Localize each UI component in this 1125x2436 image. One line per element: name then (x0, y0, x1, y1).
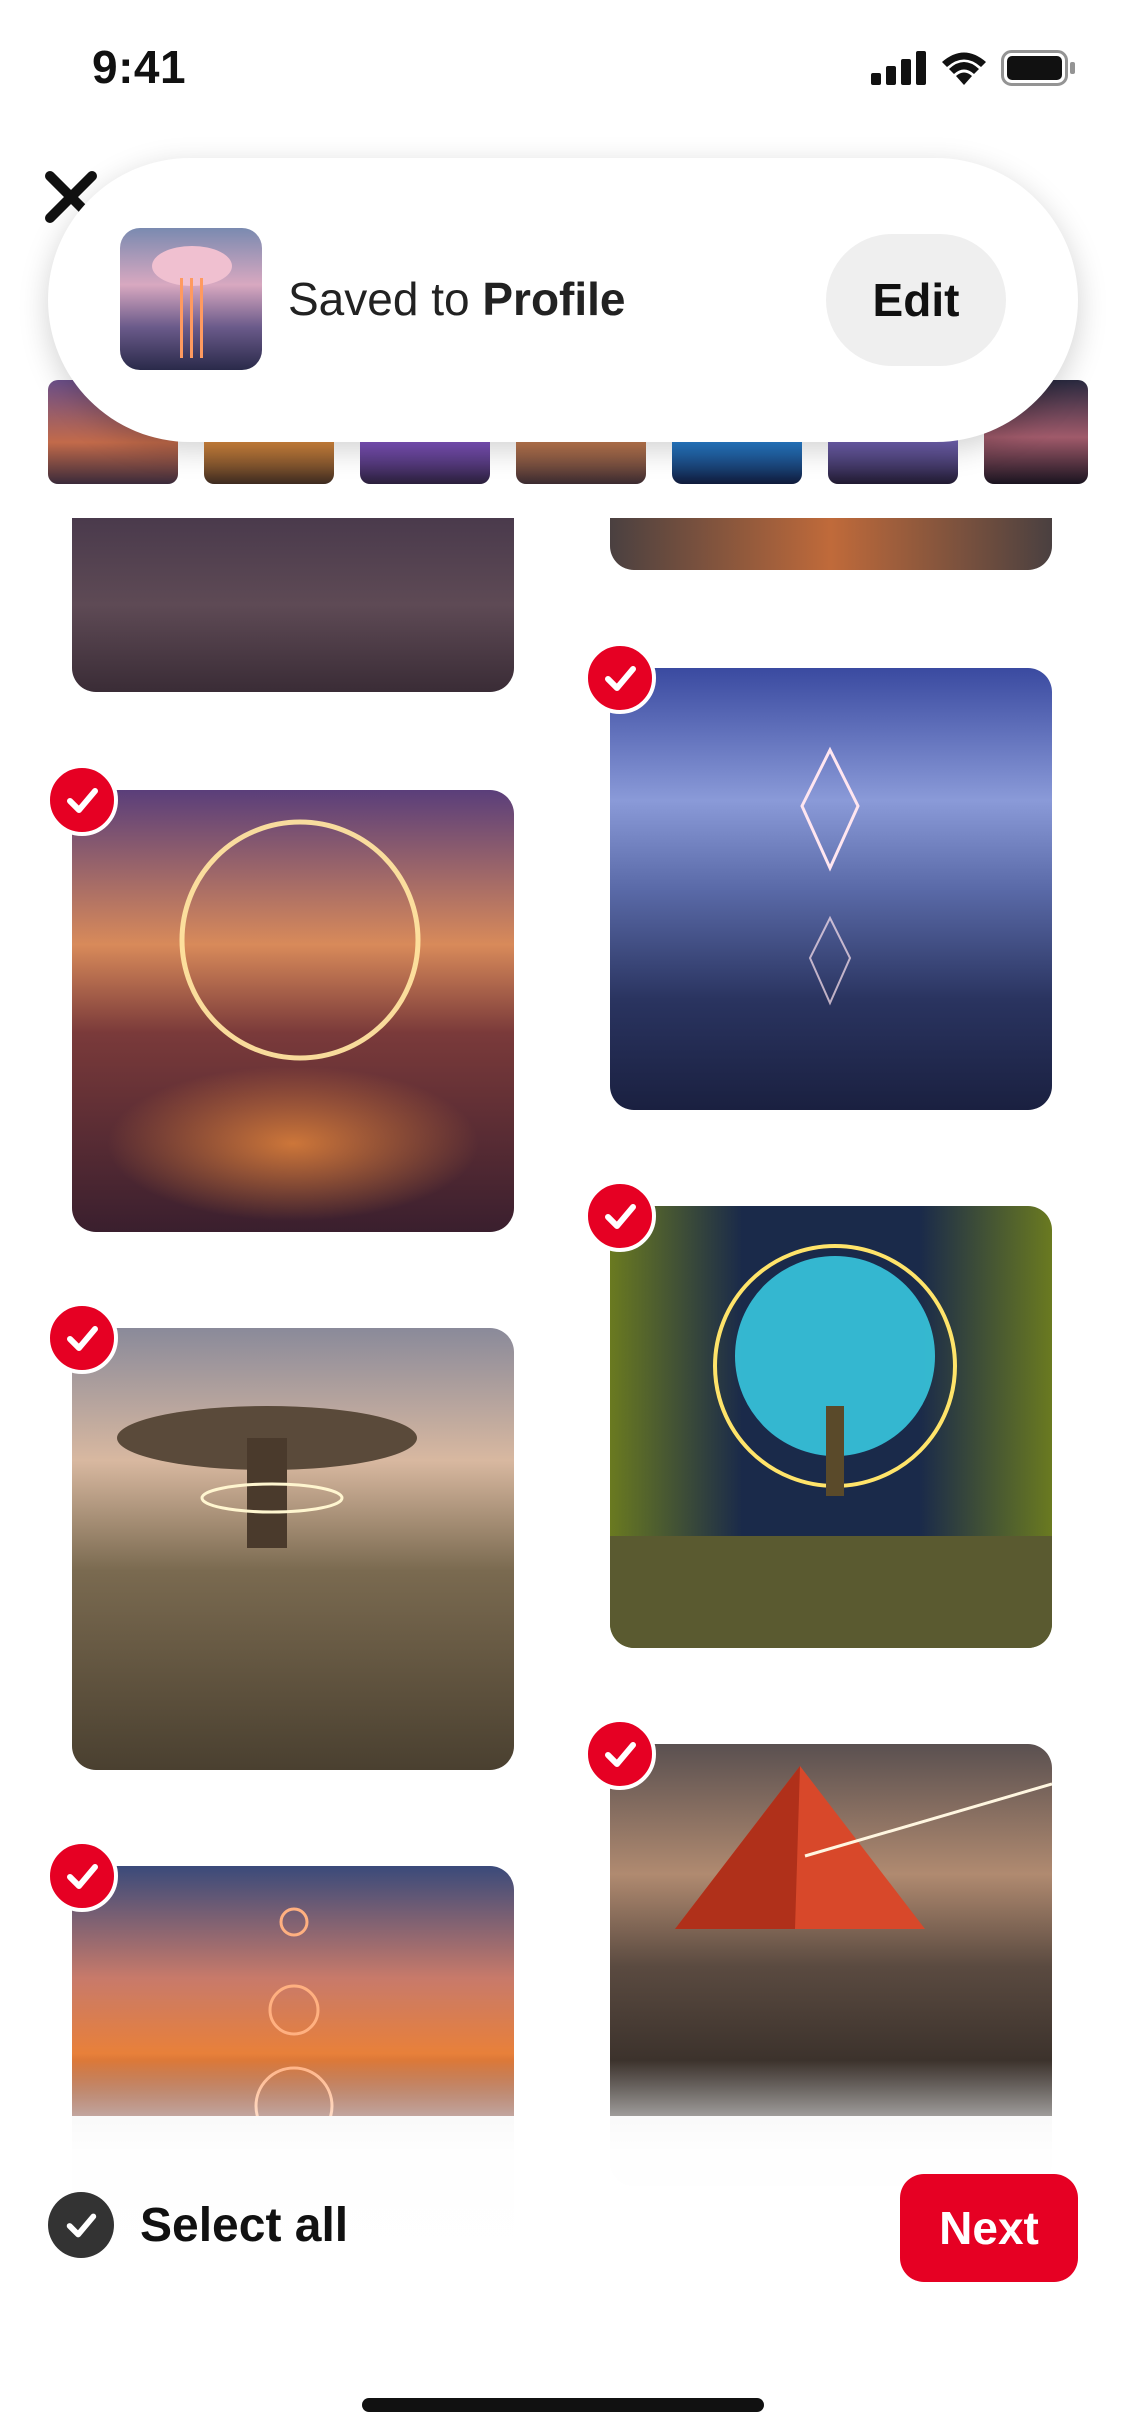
selected-check-badge[interactable] (46, 1302, 118, 1374)
toast-prefix: Saved to (288, 273, 483, 325)
status-icons (871, 50, 1077, 86)
selected-check-badge[interactable] (584, 1180, 656, 1252)
checkmark-icon (67, 788, 98, 813)
checkmark-icon (67, 1326, 98, 1351)
glowing-ring-graphic (179, 819, 421, 1061)
mushroom-tree-graphic (117, 1406, 417, 1548)
battery-icon (1001, 50, 1075, 86)
pin-image-crystal-lake[interactable] (610, 668, 1052, 1110)
selected-check-badge[interactable] (584, 1718, 656, 1790)
selected-check-badge[interactable] (46, 764, 118, 836)
pin-image-glowing-ring-sea[interactable] (72, 790, 514, 1232)
wifi-icon (942, 52, 986, 85)
checkmark-icon (605, 666, 636, 691)
blue-tree-graphic (610, 1244, 1052, 1648)
select-all-label: Select all (140, 2198, 349, 2252)
home-indicator[interactable] (362, 2398, 764, 2412)
signal-icon (871, 51, 926, 85)
selected-check-badge[interactable] (46, 1840, 118, 1912)
checkmark-icon (605, 1742, 636, 1767)
pin-image-blue-tree[interactable] (610, 1206, 1052, 1648)
checkmark-icon (67, 1864, 98, 1889)
toast-pin-thumbnail (120, 228, 262, 370)
next-button[interactable]: Next (900, 2174, 1078, 2282)
edit-button[interactable]: Edit (826, 234, 1006, 366)
pin-image-mushroom-tree[interactable] (72, 1328, 514, 1770)
toast-destination[interactable]: Profile (482, 273, 625, 325)
selected-check-badge[interactable] (584, 642, 656, 714)
pin-image-reflection-top[interactable] (610, 518, 1052, 570)
toast-message: Saved to Profile (288, 272, 626, 326)
crystal-graphic (800, 746, 860, 1006)
checkmark-icon (66, 2213, 97, 2238)
cloud-graphic (152, 246, 232, 358)
select-all-check[interactable] (48, 2192, 114, 2258)
status-time: 9:41 (92, 41, 187, 93)
select-all-toggle[interactable]: Select all (48, 2192, 348, 2258)
checkmark-icon (605, 1204, 636, 1229)
pin-image-rocky-plain[interactable] (72, 518, 514, 692)
